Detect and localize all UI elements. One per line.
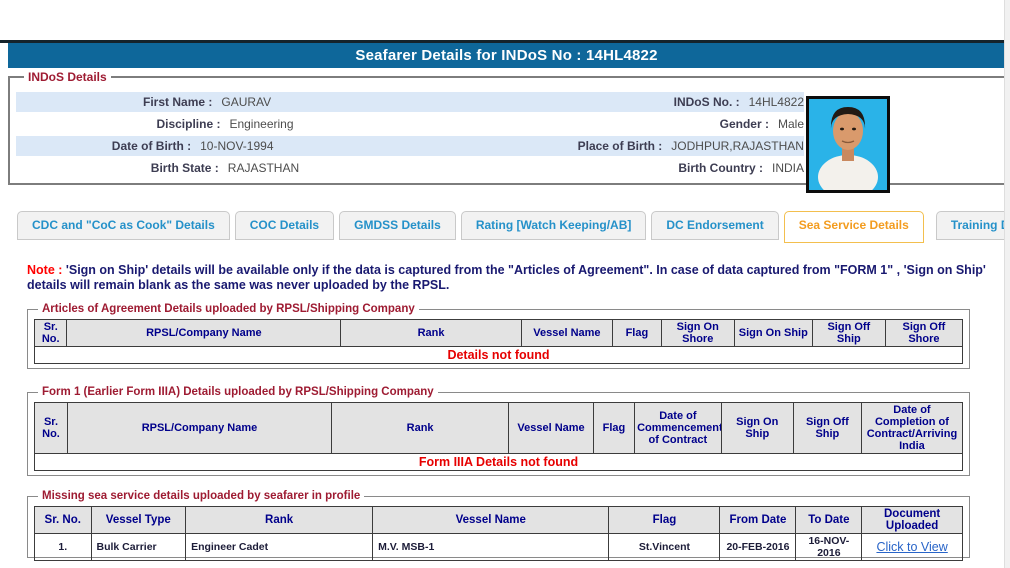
birth-state-value: RAJASTHAN	[219, 158, 541, 178]
articles-table: Sr. No. RPSL/Company Name Rank Vessel Na…	[34, 319, 963, 364]
empty-message-row: Form IIIA Details not found	[35, 454, 963, 471]
birth-country-label: Birth Country :	[540, 158, 763, 178]
vertical-scrollbar[interactable]	[1004, 0, 1010, 568]
col-from-date: From Date	[720, 507, 796, 534]
col-flag: Flag	[609, 507, 720, 534]
col-sr-no: Sr. No.	[35, 403, 68, 454]
indos-no-label: INDoS No. :	[524, 92, 740, 112]
flag-cell: St.Vincent	[609, 534, 720, 561]
col-date-completion: Date of Completion of Contract/Arriving …	[861, 403, 962, 454]
col-sr-no: Sr. No.	[35, 320, 67, 347]
note-text: Note : 'Sign on Ship' details will be av…	[27, 263, 1002, 293]
note-prefix: Note :	[27, 263, 66, 277]
col-vessel-name: Vessel Name	[509, 403, 594, 454]
place-of-birth-value: JODHPUR,RAJASTHAN	[662, 136, 804, 156]
click-to-view-link[interactable]: Click to View	[876, 540, 947, 554]
table-row: 1. Bulk Carrier Engineer Cadet M.V. MSB-…	[35, 534, 963, 561]
details-not-found-message: Details not found	[35, 347, 963, 364]
detail-row: Birth State : RAJASTHAN Birth Country : …	[16, 158, 804, 178]
col-sign-off-shore: Sign Off Shore	[885, 320, 962, 347]
gender-value: Male	[769, 114, 804, 134]
tab-sea-service-details[interactable]: Sea Service Details	[784, 211, 924, 243]
table-header-row: Sr. No. Vessel Type Rank Vessel Name Fla…	[35, 507, 963, 534]
discipline-value: Engineering	[220, 114, 544, 134]
col-rank: Rank	[186, 507, 373, 534]
tab-coc-details[interactable]: COC Details	[235, 211, 334, 240]
first-name-value: GAURAV	[212, 92, 524, 112]
discipline-label: Discipline :	[16, 114, 220, 134]
tab-cdc-coc-cook-details[interactable]: CDC and "CoC as Cook" Details	[17, 211, 230, 240]
to-date-cell: 16-NOV-2016	[796, 534, 862, 561]
indos-no-value: 14HL4822	[740, 92, 804, 112]
col-sign-off-ship: Sign Off Ship	[793, 403, 861, 454]
gender-label: Gender :	[545, 114, 769, 134]
tab-gmdss-details[interactable]: GMDSS Details	[339, 211, 456, 240]
col-flag: Flag	[613, 320, 662, 347]
form1-panel: Form 1 (Earlier Form IIIA) Details uploa…	[27, 386, 970, 476]
table-header-row: Sr. No. RPSL/Company Name Rank Vessel Na…	[35, 403, 963, 454]
col-vessel-name: Vessel Name	[521, 320, 612, 347]
rank-cell: Engineer Cadet	[186, 534, 373, 561]
table-header-row: Sr. No. RPSL/Company Name Rank Vessel Na…	[35, 320, 963, 347]
col-rank: Rank	[341, 320, 522, 347]
indos-details-legend: INDoS Details	[24, 70, 111, 84]
col-document-uploaded: Document Uploaded	[862, 507, 963, 534]
form-iiia-not-found-message: Form IIIA Details not found	[35, 454, 963, 471]
tab-training-details[interactable]: Training Details	[936, 211, 1010, 240]
indos-details-panel: INDoS Details First Name : GAURAV INDoS …	[8, 70, 1008, 185]
missing-sea-service-table: Sr. No. Vessel Type Rank Vessel Name Fla…	[34, 506, 963, 561]
col-rank: Rank	[331, 403, 508, 454]
col-rpsl-company: RPSL/Company Name	[67, 403, 331, 454]
page-title: Seafarer Details for INDoS No : 14HL4822	[8, 43, 1005, 68]
detail-row: First Name : GAURAV INDoS No. : 14HL4822	[16, 92, 804, 112]
vessel-name-cell: M.V. MSB-1	[373, 534, 609, 561]
detail-row: Date of Birth : 10-NOV-1994 Place of Bir…	[16, 136, 804, 156]
missing-sea-service-panel: Missing sea service details uploaded by …	[27, 490, 970, 558]
articles-legend: Articles of Agreement Details uploaded b…	[38, 303, 419, 315]
col-sr-no: Sr. No.	[35, 507, 92, 534]
vessel-type-cell: Bulk Carrier	[91, 534, 186, 561]
tab-rating-watch-keeping[interactable]: Rating [Watch Keeping/AB]	[461, 211, 647, 240]
tab-bar: CDC and "CoC as Cook" Details COC Detail…	[17, 211, 1010, 243]
col-sign-off-ship: Sign Off Ship	[812, 320, 885, 347]
note-body: 'Sign on Ship' details will be available…	[27, 263, 986, 292]
form1-table: Sr. No. RPSL/Company Name Rank Vessel Na…	[34, 402, 963, 471]
dob-value: 10-NOV-1994	[191, 136, 470, 156]
birth-state-label: Birth State :	[16, 158, 219, 178]
col-sign-on-ship: Sign On Ship	[721, 403, 793, 454]
from-date-cell: 20-FEB-2016	[720, 534, 796, 561]
col-vessel-type: Vessel Type	[91, 507, 186, 534]
col-flag: Flag	[593, 403, 634, 454]
col-to-date: To Date	[796, 507, 862, 534]
place-of-birth-label: Place of Birth :	[470, 136, 662, 156]
col-date-commencement: Date of Commencement of Contract	[635, 403, 722, 454]
seafarer-photo	[806, 96, 890, 193]
indos-details-rows: First Name : GAURAV INDoS No. : 14HL4822…	[16, 92, 804, 178]
empty-message-row: Details not found	[35, 347, 963, 364]
missing-sea-service-legend: Missing sea service details uploaded by …	[38, 490, 364, 502]
col-sign-on-shore: Sign On Shore	[661, 320, 734, 347]
col-rpsl-company: RPSL/Company Name	[67, 320, 341, 347]
form1-legend: Form 1 (Earlier Form IIIA) Details uploa…	[38, 386, 438, 398]
col-sign-on-ship: Sign On Ship	[734, 320, 812, 347]
col-vessel-name: Vessel Name	[373, 507, 609, 534]
dob-label: Date of Birth :	[16, 136, 191, 156]
detail-row: Discipline : Engineering Gender : Male	[16, 114, 804, 134]
birth-country-value: INDIA	[763, 158, 804, 178]
sr-no-cell: 1.	[35, 534, 92, 561]
first-name-label: First Name :	[16, 92, 212, 112]
tab-dc-endorsement[interactable]: DC Endorsement	[651, 211, 778, 240]
articles-of-agreement-panel: Articles of Agreement Details uploaded b…	[27, 303, 970, 369]
